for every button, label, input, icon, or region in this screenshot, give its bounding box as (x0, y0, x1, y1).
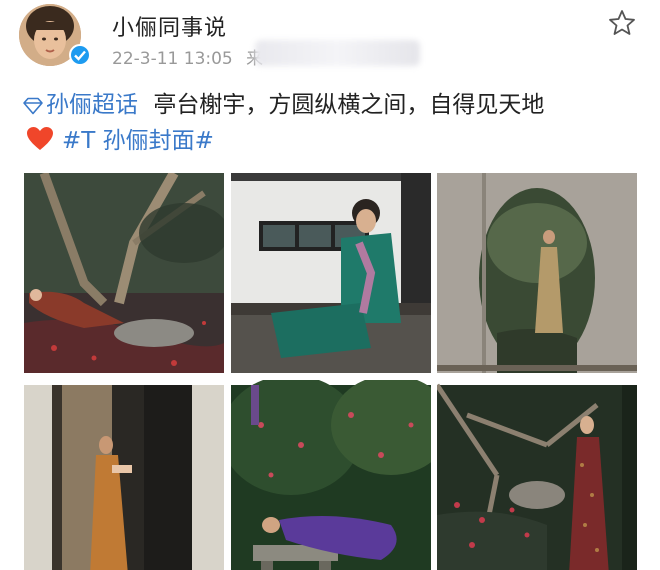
post-meta: 22-3-11 13:05 来 (112, 44, 263, 69)
photo-green-suit[interactable] (231, 173, 431, 373)
supertopic-label: 孙俪超话 (46, 92, 138, 118)
verified-badge-icon (69, 44, 91, 66)
timestamp: 22-3-11 13:05 (112, 49, 233, 69)
hashtag-line: #T 孙俪封面# (26, 121, 214, 155)
photo-doorway[interactable] (24, 380, 224, 570)
supertopic-link[interactable]: 孙俪超话 (22, 92, 145, 118)
hashtag-link[interactable]: #T 孙俪封面# (62, 128, 214, 154)
post-text-line: 孙俪超话 亭台榭宇，方圆纵横之间，自得见天地 (22, 85, 544, 119)
source-blurred (255, 40, 420, 66)
username[interactable]: 小俪同事说 (112, 10, 227, 42)
photo-garden-tree[interactable] (24, 173, 224, 373)
heart-icon (27, 127, 53, 150)
photo-moon-gate[interactable] (437, 173, 637, 373)
photo-purple-dress[interactable] (231, 380, 431, 570)
diamond-icon (23, 97, 43, 115)
post-text: 亭台榭宇，方圆纵横之间，自得见天地 (153, 92, 545, 118)
photo-sequin-dress[interactable] (437, 380, 637, 570)
star-icon[interactable] (607, 8, 637, 38)
